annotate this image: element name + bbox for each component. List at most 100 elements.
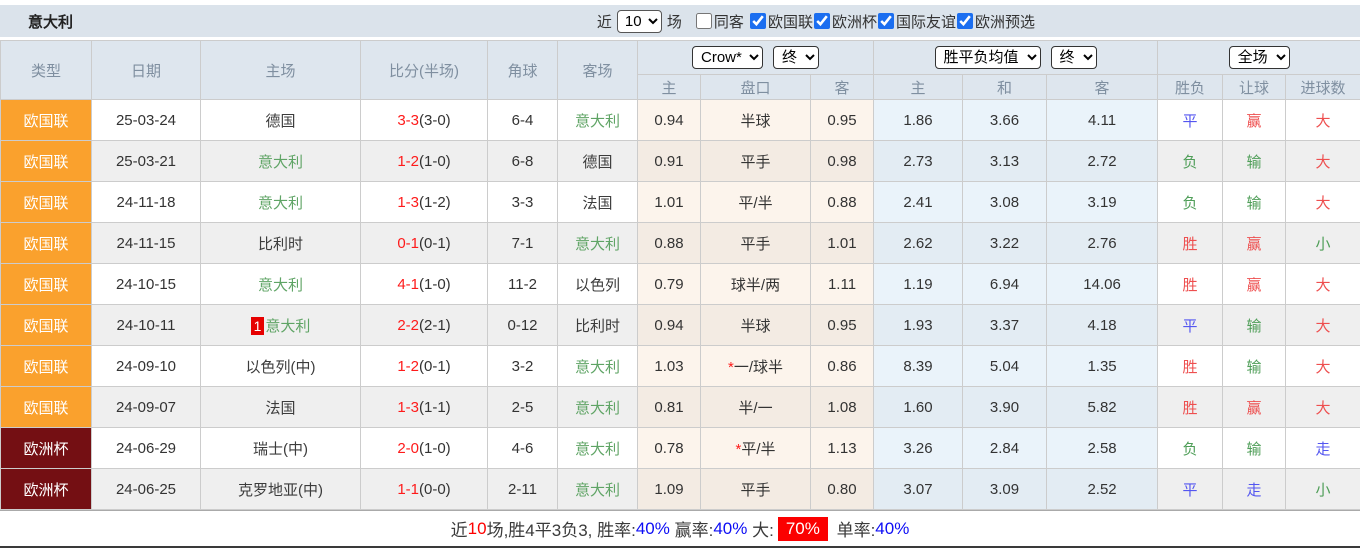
- avg-home-odds: 1.19: [873, 263, 964, 305]
- handicap-result-cell: 输: [1222, 427, 1287, 469]
- footer-segment: 赢率:: [669, 521, 714, 540]
- corner-score: 2-11: [487, 468, 558, 510]
- avg-group-header: 胜平负均值 终: [873, 40, 1159, 75]
- handicap-text: 一/球半: [733, 358, 783, 376]
- odds-home: 1.09: [637, 468, 701, 510]
- corner-score: 6-8: [487, 140, 558, 182]
- score: 1-3(1-2): [360, 181, 488, 223]
- home-team: 比利时: [200, 222, 361, 264]
- avg-home-odds: 3.07: [873, 468, 964, 510]
- home-team-name: 比利时: [257, 235, 303, 253]
- match-row: 欧国联 24-11-15 比利时 0-1(0-1) 7-1 意大利 0.88 平手 1.01 2.…: [0, 222, 1360, 264]
- result-cell: 负: [1157, 140, 1224, 182]
- subcol-avg-away: 客: [1046, 74, 1159, 100]
- league-filter-checkbox[interactable]: [813, 13, 830, 29]
- col-header-away: 客场: [557, 40, 638, 100]
- halftime-score: (1-1): [419, 398, 451, 416]
- handicap-line: 平手: [700, 222, 811, 264]
- avg-away-odds: 14.06: [1046, 263, 1159, 305]
- avg-time-select[interactable]: 终: [1050, 46, 1097, 69]
- goals-cell: 大: [1285, 181, 1360, 223]
- fulltime-score: 1-2: [397, 357, 419, 375]
- away-team: 意大利: [557, 99, 638, 141]
- subcol-handicap-result: 让球: [1222, 74, 1287, 100]
- avg-away-odds: 2.76: [1046, 222, 1159, 264]
- league-badge: 欧国联: [0, 263, 92, 305]
- avg-draw-odds: 3.22: [962, 222, 1048, 264]
- league-badge: 欧国联: [0, 99, 92, 141]
- handicap-line: *一/球半: [700, 345, 811, 387]
- subcol-goals: 进球数: [1285, 74, 1360, 100]
- goals-cell: 小: [1285, 222, 1360, 264]
- match-date: 24-10-15: [91, 263, 201, 305]
- recent-count-select[interactable]: 10: [616, 9, 662, 33]
- subcol-odds-home: 主: [637, 74, 701, 100]
- odds-time-select[interactable]: 终: [773, 46, 820, 69]
- fulltime-score: 1-1: [397, 480, 419, 498]
- home-team-name: 瑞士(中): [253, 440, 308, 458]
- home-team: 意大利: [200, 140, 361, 182]
- odds-home: 1.03: [637, 345, 701, 387]
- match-row: 欧国联 25-03-24 德国 3-3(3-0) 6-4 意大利 0.94 半球 0.95 1.8…: [0, 99, 1360, 141]
- league-filter-checkbox[interactable]: [956, 13, 973, 29]
- same-opponent-checkbox[interactable]: [695, 13, 712, 29]
- match-date: 24-06-29: [91, 427, 201, 469]
- away-team-name: 意大利: [574, 235, 620, 253]
- match-scope-select[interactable]: 全场: [1228, 46, 1290, 69]
- corner-score: 3-2: [487, 345, 558, 387]
- odds-home: 0.94: [637, 99, 701, 141]
- footer-segment: 大:: [747, 521, 774, 540]
- result-cell: 平: [1157, 99, 1224, 141]
- handicap-line: 平手: [700, 140, 811, 182]
- odds-away: 1.08: [809, 386, 875, 428]
- subcol-avg-home: 主: [873, 74, 964, 100]
- away-team: 意大利: [557, 468, 638, 510]
- away-team: 以色列: [557, 263, 638, 305]
- league-badge: 欧国联: [0, 345, 92, 387]
- score: 2-2(2-1): [360, 304, 488, 346]
- league-filter-checkbox[interactable]: [749, 13, 766, 29]
- league-filter-checkbox[interactable]: [877, 13, 894, 29]
- halftime-score: (1-0): [419, 152, 451, 170]
- score: 0-1(0-1): [360, 222, 488, 264]
- avg-away-odds: 3.19: [1046, 181, 1159, 223]
- handicap-line: 球半/两: [700, 263, 811, 305]
- home-team-name: 意大利: [257, 194, 303, 212]
- avg-draw-odds: 5.04: [962, 345, 1048, 387]
- league-filter-label: 欧洲预选: [974, 13, 1035, 31]
- handicap-text: 半球: [740, 317, 771, 335]
- avg-company-select[interactable]: 胜平负均值: [934, 46, 1041, 69]
- avg-home-odds: 2.62: [873, 222, 964, 264]
- goals-cell: 大: [1285, 99, 1360, 141]
- corner-score: 0-12: [487, 304, 558, 346]
- league-filter: 国际友谊: [877, 11, 956, 32]
- handicap-text: 平手: [740, 481, 771, 499]
- match-date: 24-11-18: [91, 181, 201, 223]
- result-cell: 胜: [1157, 222, 1224, 264]
- odds-company-select[interactable]: Crow*: [692, 46, 764, 69]
- handicap-result-cell: 赢: [1222, 222, 1287, 264]
- match-row: 欧国联 24-09-10 以色列(中) 1-2(0-1) 3-2 意大利 1.03 *一/球半…: [0, 345, 1360, 387]
- away-team-name: 意大利: [574, 112, 620, 130]
- avg-away-odds: 5.82: [1046, 386, 1159, 428]
- result-cell: 胜: [1157, 263, 1224, 305]
- same-opponent-label: 同客: [713, 13, 744, 31]
- footer-segment: 单率:: [831, 521, 876, 540]
- home-team: 意大利: [200, 181, 361, 223]
- match-date: 24-06-25: [91, 468, 201, 510]
- home-team-name: 意大利: [257, 276, 303, 294]
- handicap-result-cell: 输: [1222, 345, 1287, 387]
- away-team: 比利时: [557, 304, 638, 346]
- result-cell: 负: [1157, 181, 1224, 223]
- home-team-name: 德国: [265, 112, 296, 130]
- match-date: 24-10-11: [91, 304, 201, 346]
- score: 1-2(1-0): [360, 140, 488, 182]
- avg-draw-odds: 3.90: [962, 386, 1048, 428]
- halftime-score: (0-0): [419, 480, 451, 498]
- halftime-score: (2-1): [419, 316, 451, 334]
- halftime-score: (1-0): [419, 275, 451, 293]
- subcol-odds-away: 客: [809, 74, 875, 100]
- away-team-name: 比利时: [574, 317, 620, 335]
- match-row: 欧洲杯 24-06-25 克罗地亚(中) 1-1(0-0) 2-11 意大利 1.09 平手 0…: [0, 468, 1360, 510]
- league-badge: 欧洲杯: [0, 427, 92, 469]
